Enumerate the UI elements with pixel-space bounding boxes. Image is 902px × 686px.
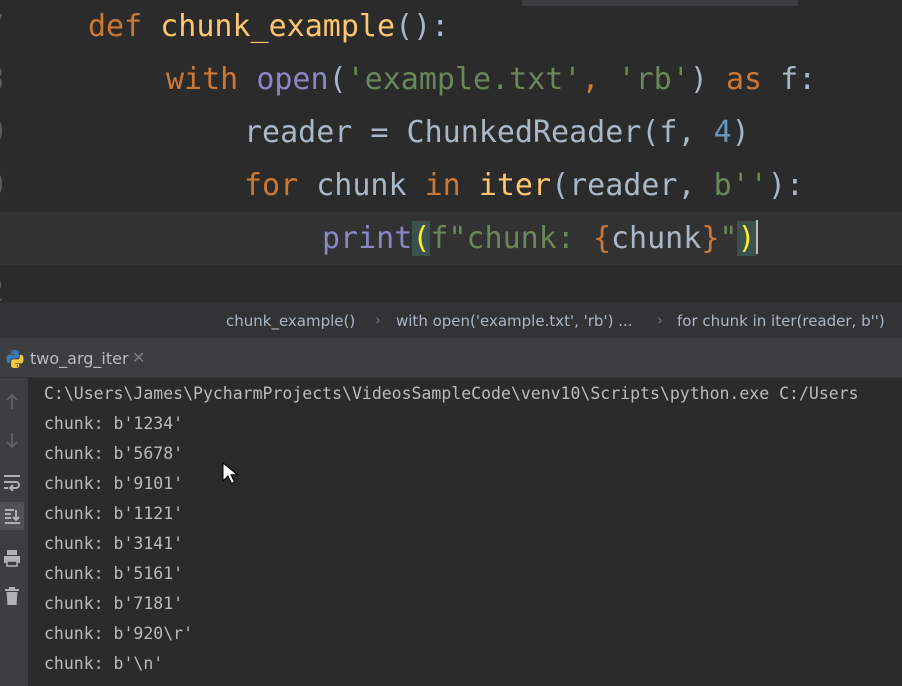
keyword-def: def	[88, 9, 143, 44]
soft-wrap-icon	[4, 475, 20, 491]
code-punct: )	[689, 62, 708, 97]
text-caret	[755, 220, 758, 254]
fstring-brace: }	[701, 221, 720, 256]
print-icon	[4, 550, 20, 567]
keyword-for: for	[244, 168, 299, 203]
code-text: with open('example.txt', 'rb') as f:	[166, 60, 816, 100]
chevron-right-icon: ›	[657, 311, 663, 329]
code-identifier: chunk	[316, 168, 407, 203]
code-editor[interactable]: 7 8 9 0 1 2 def chunk_example(): with op…	[0, 0, 902, 302]
scroll-down-button[interactable]	[0, 426, 24, 454]
code-punct: ():	[395, 9, 450, 44]
mouse-pointer-icon	[222, 462, 238, 485]
line-number: 2	[0, 277, 10, 303]
console-output-line: chunk: b'1234'	[44, 414, 184, 433]
code-line[interactable]: for chunk in iter(reader, b''):	[0, 159, 902, 212]
code-punct: ):	[767, 168, 804, 203]
string-literal: 'example.txt'	[346, 62, 582, 97]
run-tab-bar: two_arg_iter ✕	[0, 338, 902, 378]
code-identifier: chunk	[611, 221, 702, 256]
string-literal: 'rb'	[617, 62, 690, 97]
console-output-line: chunk: b'3141'	[44, 534, 184, 553]
soft-wrap-button[interactable]	[0, 468, 24, 496]
console-command-line: C:\Users\James\PycharmProjects\VideosSam…	[44, 384, 859, 403]
builtin-open: open	[256, 62, 329, 97]
breadcrumb: chunk_example() › with open('example.txt…	[0, 302, 902, 338]
console-output-line: chunk: b'5161'	[44, 564, 184, 583]
code-line[interactable]: def chunk_example():	[0, 0, 902, 53]
code-identifier: f:	[780, 62, 817, 97]
trash-icon	[5, 587, 19, 605]
string-literal: b''	[713, 168, 768, 203]
console-output-line: chunk: b'9101'	[44, 474, 184, 493]
fstring-literal: f"chunk:	[430, 221, 593, 256]
code-comma: ,	[581, 62, 618, 97]
close-icon[interactable]: ✕	[132, 348, 145, 367]
fstring-brace: {	[592, 221, 611, 256]
arrow-up-icon	[6, 393, 18, 409]
code-text: reader = ChunkedReader(f, 4)	[244, 113, 750, 153]
print-button[interactable]	[0, 544, 24, 572]
run-tab-label: two_arg_iter	[30, 349, 129, 368]
function-iter: iter	[478, 168, 552, 203]
function-name: chunk_example	[160, 9, 396, 44]
code-punct: )	[731, 115, 750, 150]
code-identifier: (reader,	[551, 168, 714, 203]
clear-all-button[interactable]	[0, 582, 24, 610]
code-text: print(f"chunk: {chunk}")	[322, 219, 758, 259]
code-line[interactable]: reader = ChunkedReader(f, 4)	[0, 106, 902, 159]
keyword-as: as	[725, 62, 763, 97]
run-toolbar	[0, 378, 28, 686]
console-output-line: chunk: b'\n'	[44, 654, 164, 673]
code-text: for chunk in iter(reader, b''):	[244, 166, 804, 206]
current-code-line[interactable]: print(f"chunk: {chunk}")	[0, 212, 902, 265]
scroll-to-end-button[interactable]	[0, 502, 24, 530]
number-literal: 4	[713, 115, 732, 150]
scroll-up-button[interactable]	[0, 388, 24, 416]
matched-paren: (	[412, 221, 431, 256]
python-icon	[6, 350, 24, 368]
breadcrumb-item[interactable]: with open('example.txt', 'rb') ...	[396, 312, 633, 330]
console-output-line: chunk: b'1121'	[44, 504, 184, 523]
run-console[interactable]: C:\Users\James\PycharmProjects\VideosSam…	[28, 378, 902, 686]
breadcrumb-item[interactable]: chunk_example()	[226, 312, 355, 330]
arrow-down-icon	[6, 433, 18, 449]
code-punct: (	[328, 62, 347, 97]
code-line[interactable]: with open('example.txt', 'rb') as f:	[0, 53, 902, 106]
keyword-in: in	[424, 168, 461, 203]
code-identifier: reader = ChunkedReader(f,	[244, 115, 714, 150]
console-output-line: chunk: b'5678'	[44, 444, 184, 463]
console-output-line: chunk: b'7181'	[44, 594, 184, 613]
keyword-with: with	[166, 62, 239, 97]
matched-paren: )	[737, 221, 756, 256]
builtin-print: print	[322, 221, 413, 256]
breadcrumb-item[interactable]: for chunk in iter(reader, b'')	[677, 312, 885, 330]
chevron-right-icon: ›	[375, 311, 381, 329]
fstring-literal: "	[719, 221, 738, 256]
console-output-line: chunk: b'920\r'	[44, 624, 194, 643]
run-tab[interactable]: two_arg_iter ✕	[0, 338, 152, 378]
code-text: def chunk_example():	[88, 7, 449, 47]
scroll-to-end-icon	[5, 509, 20, 524]
